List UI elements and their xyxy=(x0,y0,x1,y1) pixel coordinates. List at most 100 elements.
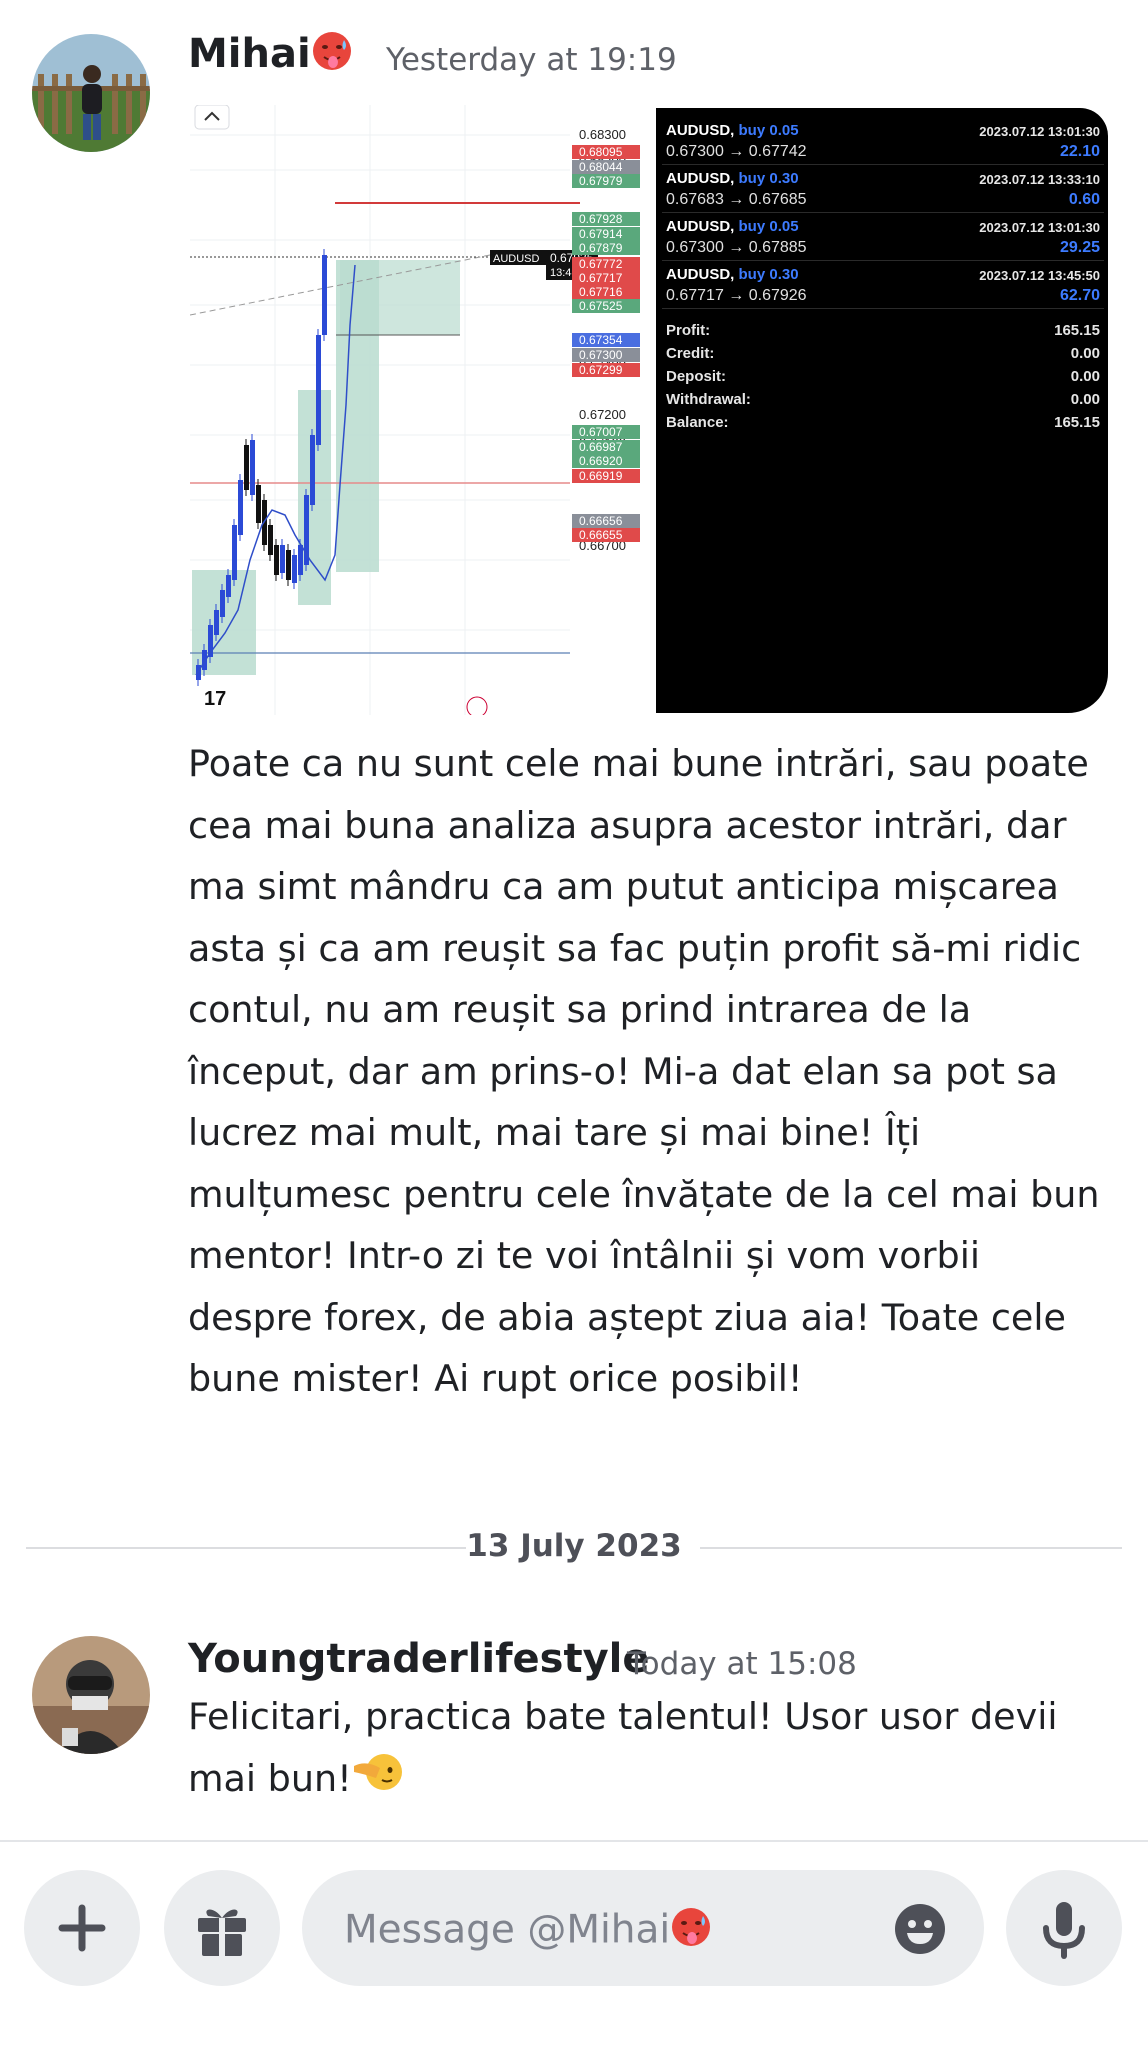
candle-body xyxy=(316,335,321,445)
candle-body xyxy=(250,440,255,495)
price-tag: 0.68044 xyxy=(579,160,623,174)
trade-date: 2023.07.12 13:01:30 xyxy=(979,220,1100,235)
voice-message-button[interactable] xyxy=(1006,1870,1122,1986)
trade-side: buy 0.05 xyxy=(738,122,799,139)
trade-date: 2023.07.12 13:45:50 xyxy=(979,268,1100,283)
trade-profit: 62.70 xyxy=(1059,287,1100,304)
message-text: Felicitari, practica bate talentul! Usor… xyxy=(188,1686,1108,1812)
composer-divider xyxy=(0,1840,1148,1842)
message-placeholder: Message @Mihai xyxy=(344,1906,712,1958)
trade-prices: 0.67300 → 0.67885 xyxy=(666,239,807,256)
candle-body xyxy=(322,255,327,335)
price-tag: 0.67772 xyxy=(579,257,623,271)
candle-body xyxy=(220,590,225,617)
price-tag: 0.67979 xyxy=(579,174,623,188)
emoji-icon[interactable] xyxy=(893,1902,947,1956)
trade-symbol: AUDUSD, buy 0.05 xyxy=(666,122,799,139)
price-tag: 0.66987 xyxy=(579,440,623,454)
price-tag: 0.67879 xyxy=(579,241,623,255)
summary-value: 0.00 xyxy=(1070,391,1100,408)
avatar[interactable] xyxy=(32,1636,150,1754)
candle-body xyxy=(232,525,237,580)
candle-body xyxy=(238,480,243,535)
trade-profit: 29.25 xyxy=(1059,239,1100,256)
summary-label: Profit: xyxy=(666,322,711,339)
price-level-label: 0.68300 xyxy=(579,127,626,142)
trade-profit: 22.10 xyxy=(1059,143,1100,160)
price-tag: 0.67007 xyxy=(579,425,623,439)
trade-side: buy 0.05 xyxy=(738,218,799,235)
avatar[interactable] xyxy=(32,34,150,152)
price-tag: 0.67299 xyxy=(579,363,623,377)
trade-profit: 0.60 xyxy=(1068,191,1100,208)
summary-row: Profit: 165.15 xyxy=(666,322,1104,346)
trade-row[interactable]: AUDUSD, buy 0.30 2023.07.12 13:33:10 0.676… xyxy=(662,166,1104,213)
date-divider: 13 July 2023 xyxy=(466,1528,682,1564)
username[interactable]: Mihai xyxy=(188,30,353,82)
summary-row: Deposit: 0.00 xyxy=(666,368,1104,392)
summary-value: 0.00 xyxy=(1070,345,1100,362)
summary-row: Credit: 0.00 xyxy=(666,345,1104,369)
message-text-content: Felicitari, practica bate talentul! Usor… xyxy=(188,1695,1058,1800)
trade-prices: 0.67717 → 0.67926 xyxy=(666,287,807,304)
trade-row[interactable]: AUDUSD, buy 0.05 2023.07.12 13:01:30 0.673… xyxy=(662,214,1104,261)
price-tag: 0.67716 xyxy=(579,285,623,299)
price-tag: 0.67717 xyxy=(579,271,623,285)
trade-symbol: AUDUSD, buy 0.30 xyxy=(666,170,799,187)
candle-body xyxy=(256,485,261,523)
plus-icon xyxy=(58,1904,106,1952)
price-tag: 0.66655 xyxy=(579,528,623,542)
hot-face-emoji xyxy=(311,30,353,82)
pointing-hand-emoji xyxy=(352,1748,404,1813)
price-tag: 0.66919 xyxy=(579,469,623,483)
trade-side: buy 0.30 xyxy=(738,170,799,187)
candle-body xyxy=(310,435,315,505)
timestamp: Yesterday at 19:19 xyxy=(386,42,677,78)
symbol-tag: AUDUSD xyxy=(493,253,540,265)
message-input[interactable]: Message @Mihai xyxy=(302,1870,984,1986)
price-tag: 0.66920 xyxy=(579,454,623,468)
trade-symbol: AUDUSD, buy 0.30 xyxy=(666,266,799,283)
candle-body xyxy=(286,550,291,580)
candle-body xyxy=(244,445,249,490)
candle-body xyxy=(298,545,303,575)
trade-date: 2023.07.12 13:33:10 xyxy=(979,172,1100,187)
gift-icon xyxy=(198,1909,246,1956)
username[interactable]: Youngtraderlifestyle xyxy=(188,1636,649,1682)
summary-value: 0.00 xyxy=(1070,368,1100,385)
price-tag: 0.67300 xyxy=(579,348,623,362)
trade-row[interactable]: AUDUSD, buy 0.05 2023.07.12 13:01:30 0.673… xyxy=(662,118,1104,165)
candle-body xyxy=(292,555,297,583)
summary-row: Balance: 165.15 xyxy=(666,414,1104,438)
summary-value: 165.15 xyxy=(1054,322,1100,339)
candle-body xyxy=(268,525,273,555)
candle-body xyxy=(226,575,231,597)
tradingview-logo: 17 xyxy=(204,688,226,710)
candle-body xyxy=(214,610,219,635)
candle-body xyxy=(274,545,279,575)
trade-date: 2023.07.12 13:01:30 xyxy=(979,124,1100,139)
price-chart: 17 AUDUSD 0.67935 13:48 0.683000.682000.… xyxy=(190,105,640,715)
microphone-icon xyxy=(1043,1902,1085,1959)
price-tag: 0.68095 xyxy=(579,145,623,159)
price-tag: 0.66656 xyxy=(579,514,623,528)
trade-symbol: AUDUSD, buy 0.05 xyxy=(666,218,799,235)
hot-face-emoji xyxy=(670,1906,712,1958)
username-text[interactable]: Mihai xyxy=(188,31,311,77)
price-tag: 0.67928 xyxy=(579,212,623,226)
message-text: Poate ca nu sunt cele mai bune intrări, … xyxy=(188,742,1100,1400)
trade-side: buy 0.30 xyxy=(738,266,799,283)
candle-body xyxy=(280,545,285,573)
add-attachment-button[interactable] xyxy=(24,1870,140,1986)
chart-image[interactable]: 17 AUDUSD 0.67935 13:48 0.683000.682000.… xyxy=(190,105,640,715)
trade-row[interactable]: AUDUSD, buy 0.30 2023.07.12 13:45:50 0.677… xyxy=(662,262,1104,309)
summary-label: Credit: xyxy=(666,345,715,362)
gift-button[interactable] xyxy=(164,1870,280,1986)
trade-prices: 0.67300 → 0.67742 xyxy=(666,143,807,160)
price-level-label: 0.67200 xyxy=(579,407,626,422)
trade-history-image[interactable]: AUDUSD, buy 0.05 2023.07.12 13:01:30 0.673… xyxy=(656,108,1108,713)
summary-row: Withdrawal: 0.00 xyxy=(666,391,1104,415)
summary-label: Balance: xyxy=(666,414,729,431)
placeholder-text: Message @Mihai xyxy=(344,1907,671,1953)
price-tag: 0.67914 xyxy=(579,227,623,241)
